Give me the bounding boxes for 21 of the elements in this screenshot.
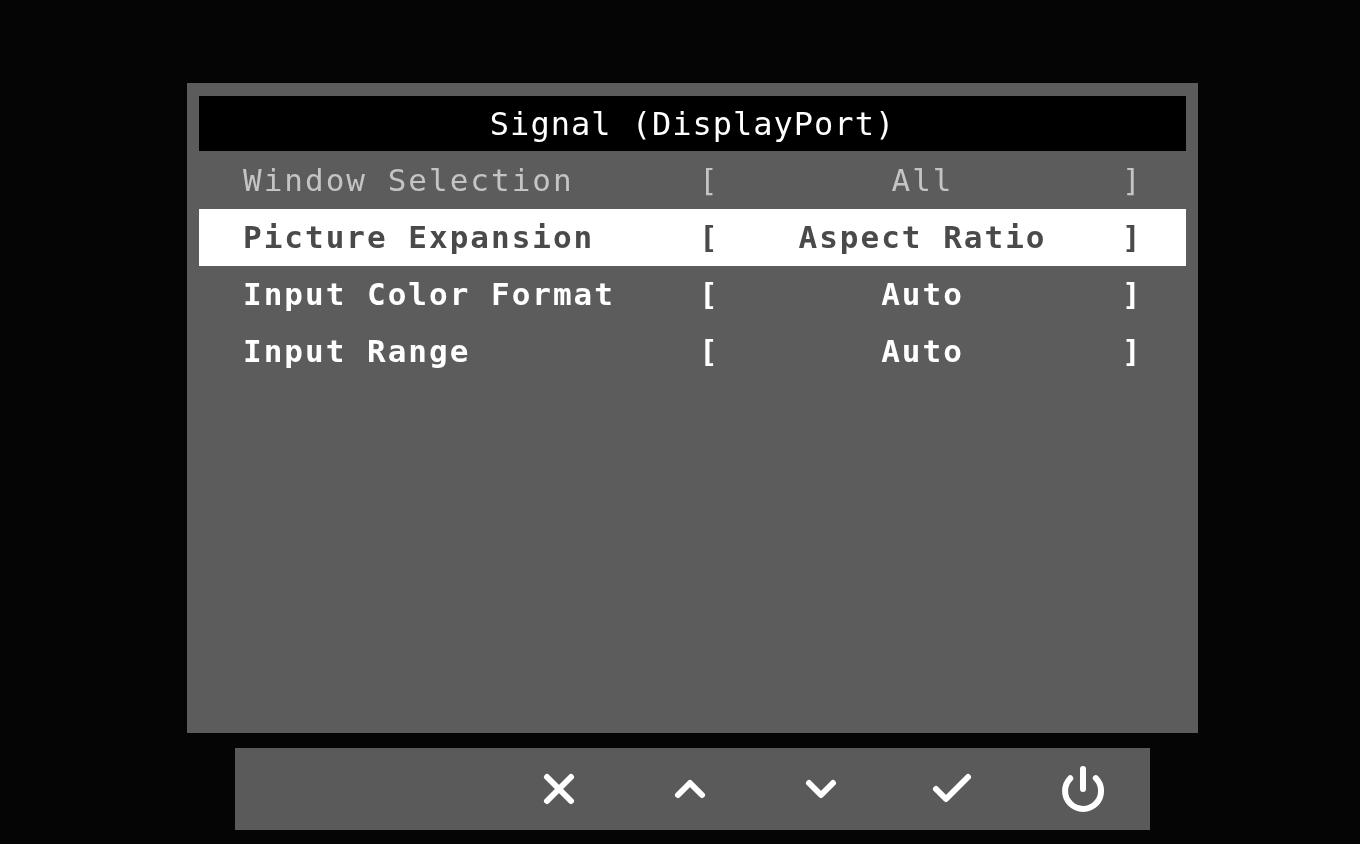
setting-label: Window Selection — [243, 161, 575, 201]
power-icon[interactable] — [1059, 765, 1107, 813]
menu-title: Signal (DisplayPort) — [199, 96, 1186, 151]
bracket: [ — [699, 218, 721, 258]
setting-value: Aspect Ratio — [797, 218, 1048, 258]
setting-value: Auto — [880, 332, 965, 372]
bracket: [ — [699, 275, 721, 315]
setting-value: All — [890, 161, 955, 201]
bracket: ] — [1122, 161, 1144, 201]
setting-label: Input Color Format — [243, 275, 616, 315]
setting-label: Input Range — [243, 332, 472, 372]
bracket: [ — [699, 332, 721, 372]
menu-item[interactable]: Picture Expansion [ Aspect Ratio ] — [199, 209, 1186, 266]
bracket: ] — [1122, 332, 1144, 372]
bracket: ] — [1122, 275, 1144, 315]
setting-label: Picture Expansion — [243, 218, 596, 258]
menu-item[interactable]: Input Range [ Auto ] — [199, 323, 1186, 380]
menu-item[interactable]: Input Color Format [ Auto ] — [199, 266, 1186, 323]
setting-value: Auto — [880, 275, 965, 315]
bracket: [ — [699, 161, 721, 201]
bracket: ] — [1122, 218, 1144, 258]
